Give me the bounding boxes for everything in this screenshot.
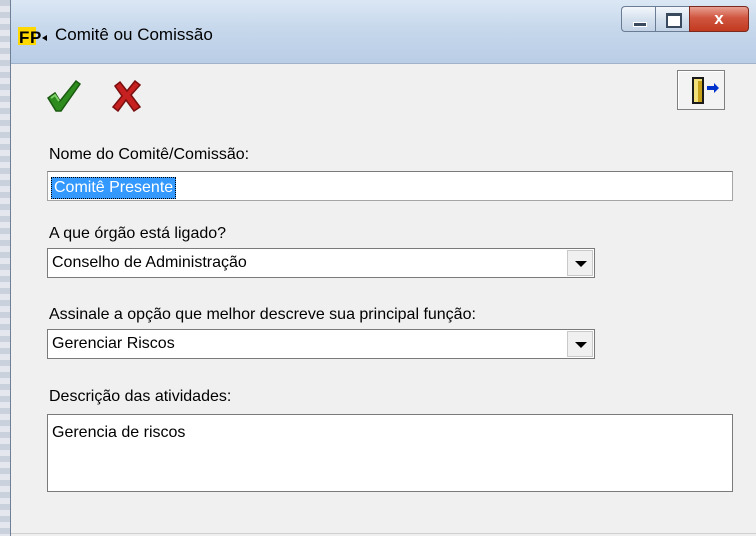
title-bar[interactable]: F P Comitê ou Comissão x xyxy=(11,0,756,64)
window-controls: x xyxy=(621,6,749,34)
function-select[interactable]: Gerenciar Riscos xyxy=(47,329,595,359)
function-selected-value: Gerenciar Riscos xyxy=(52,335,175,352)
committee-name-label: Nome do Comitê/Comissão: xyxy=(49,146,250,163)
desktop-background xyxy=(0,0,10,536)
organ-label: A que órgão está ligado? xyxy=(49,225,227,242)
activities-label: Descrição das atividades: xyxy=(49,388,232,405)
close-icon: x xyxy=(714,9,724,28)
maximize-icon xyxy=(666,13,682,28)
minimize-icon xyxy=(633,22,647,27)
fp-logo-icon: F P xyxy=(18,27,47,47)
organ-select[interactable]: Conselho de Administração xyxy=(47,248,595,278)
activities-textarea[interactable]: Gerencia de riscos xyxy=(47,414,733,492)
exit-button[interactable] xyxy=(677,70,725,110)
x-mark-icon[interactable] xyxy=(111,80,143,112)
chevron-down-icon[interactable] xyxy=(567,250,593,276)
maximize-button[interactable] xyxy=(655,6,689,32)
svg-text:P: P xyxy=(30,28,41,47)
committee-name-value: Comitê Presente xyxy=(51,177,177,199)
svg-text:F: F xyxy=(19,28,29,47)
organ-selected-value: Conselho de Administração xyxy=(52,254,247,271)
minimize-button[interactable] xyxy=(621,6,655,32)
close-button[interactable]: x xyxy=(689,6,749,32)
checkmark-icon[interactable] xyxy=(45,78,81,114)
exit-door-icon xyxy=(692,77,719,104)
toolbar xyxy=(11,64,756,124)
function-label: Assinale a opção que melhor descreve sua… xyxy=(49,306,476,323)
window-title: Comitê ou Comissão xyxy=(55,25,213,44)
chevron-down-icon[interactable] xyxy=(567,331,593,357)
activities-value: Gerencia de riscos xyxy=(52,424,186,441)
committee-name-field[interactable]: Comitê Presente xyxy=(47,171,733,201)
divider xyxy=(11,533,756,534)
dialog-window: F P Comitê ou Comissão x Nome do Comitê/… xyxy=(10,0,756,536)
